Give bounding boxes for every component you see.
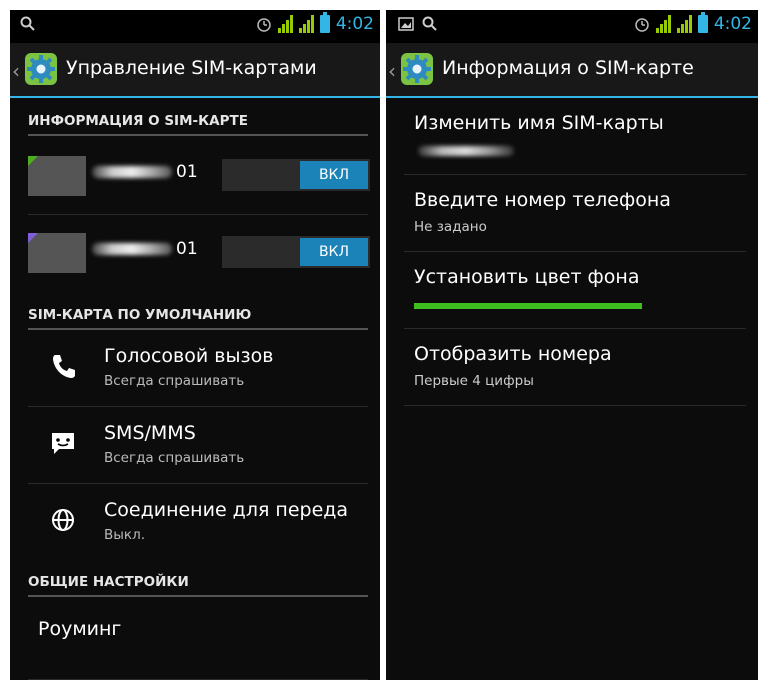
sim-card-name: 01 [92, 162, 198, 182]
section-header-general: ОБЩИЕ НАСТРОЙКИ [28, 561, 368, 597]
pref-roaming[interactable]: Роуминг [28, 603, 368, 679]
search-icon [422, 16, 437, 31]
pref-sms-mms[interactable]: SMS/MMS Всегда спрашивать [28, 407, 368, 483]
item-subtitle: Не задано [414, 219, 487, 235]
alarm-icon [635, 18, 649, 32]
back-chevron-icon[interactable]: ‹ [12, 59, 20, 83]
signal-sim1-icon [655, 15, 671, 33]
action-bar: ‹ Управление SIM-картами [10, 43, 380, 98]
sim-info-list: Изменить имя SIM-карты Введите номер тел… [386, 98, 758, 680]
pref-data-connection[interactable]: Соединение для переда Выкл. [28, 484, 368, 560]
item-background-color[interactable]: Установить цвет фона [404, 252, 746, 329]
toggle-on-label: ВКЛ [300, 238, 368, 266]
page-title: Информация о SIM-карте [442, 57, 694, 79]
item-title: Установить цвет фона [414, 266, 640, 288]
settings-gear-icon[interactable] [24, 52, 58, 86]
section-header-default-sim: SIM-КАРТА ПО УМОЛЧАНИЮ [28, 294, 368, 330]
item-title: Отобразить номера [414, 343, 612, 365]
settings-gear-icon[interactable] [400, 52, 434, 86]
sim-toggle-switch[interactable]: ВКЛ [222, 159, 370, 191]
gallery-icon [398, 17, 414, 31]
signal-sim2-icon [676, 15, 692, 33]
pref-title: Роуминг [38, 618, 122, 640]
pref-subtitle: Выкл. [104, 527, 145, 543]
sim-info-screen: 4:02 ‹ Информация о SIM-карте Изменить и… [386, 10, 758, 680]
divider [404, 405, 746, 406]
battery-icon [697, 12, 708, 33]
pref-title: Соединение для переда [104, 499, 349, 521]
sim-toggle-switch[interactable]: ВКЛ [222, 236, 370, 268]
battery-icon [319, 12, 330, 33]
back-chevron-icon[interactable]: ‹ [388, 59, 396, 83]
item-title: Изменить имя SIM-карты [414, 112, 664, 134]
item-phone-number[interactable]: Введите номер телефона Не задано [404, 175, 746, 252]
item-display-numbers[interactable]: Отобразить номера Первые 4 цифры [404, 329, 746, 406]
sms-icon [52, 433, 74, 454]
pref-subtitle: Всегда спрашивать [104, 373, 245, 389]
signal-sim1-icon [277, 15, 293, 33]
toggle-on-label: ВКЛ [300, 161, 368, 189]
sim-card-name: 01 [92, 239, 198, 259]
page-title: Управление SIM-картами [66, 57, 317, 79]
sim-color-swatch [28, 156, 86, 196]
sim-management-screen: 4:02 ‹ Управление SIM-картами ИНФОРМАЦИЯ… [10, 10, 380, 680]
clock: 4:02 [335, 14, 374, 34]
signal-sim2-icon [298, 15, 314, 33]
status-bar: 4:02 [386, 10, 758, 43]
clock: 4:02 [713, 14, 752, 34]
pref-voice-call[interactable]: Голосовой вызов Всегда спрашивать [28, 330, 368, 406]
sim-color-swatch [28, 233, 86, 273]
pref-title: Голосовой вызов [104, 345, 274, 367]
settings-list: ИНФОРМАЦИЯ О SIM-КАРТЕ 01 ВКЛ 01 ВКЛ SIM… [10, 98, 380, 680]
section-header-sim-info: ИНФОРМАЦИЯ О SIM-КАРТЕ [28, 100, 368, 136]
item-title: Введите номер телефона [414, 189, 671, 211]
sim-card-row-1[interactable]: 01 ВКЛ [28, 146, 370, 206]
item-subtitle: Первые 4 цифры [414, 373, 534, 389]
sim-card-row-2[interactable]: 01 ВКЛ [28, 223, 370, 283]
item-rename-sim[interactable]: Изменить имя SIM-карты [404, 98, 746, 175]
sim-name-value [418, 146, 514, 156]
search-icon [20, 16, 35, 31]
action-bar: ‹ Информация о SIM-карте [386, 43, 758, 98]
pref-subtitle: Всегда спрашивать [104, 450, 245, 466]
status-bar: 4:02 [10, 10, 380, 43]
globe-icon [52, 509, 74, 531]
color-indicator-bar [414, 303, 642, 309]
alarm-icon [257, 18, 271, 32]
pref-title: SMS/MMS [104, 422, 196, 444]
divider [28, 214, 368, 215]
phone-icon [53, 355, 75, 378]
